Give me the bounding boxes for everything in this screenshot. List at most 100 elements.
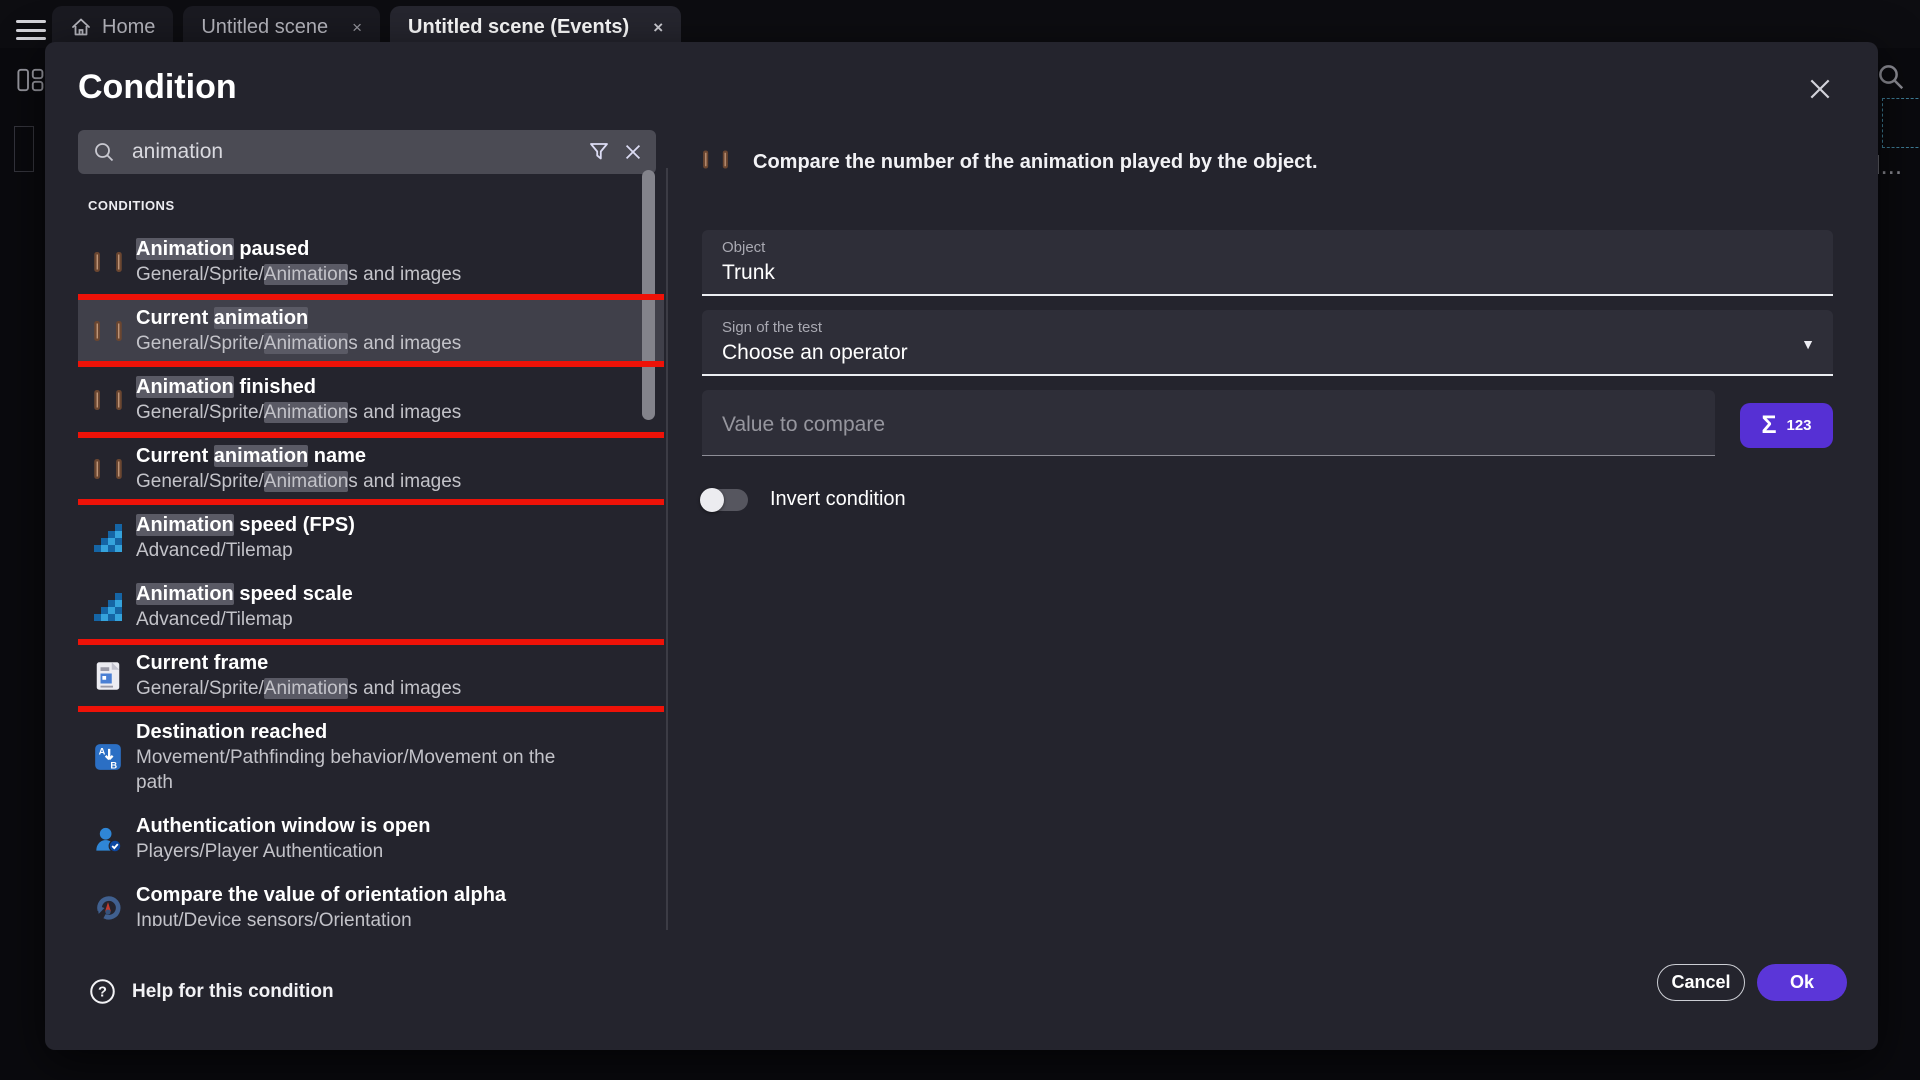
panels-layout-icon: [16, 68, 46, 92]
condition-list-item[interactable]: Current animation General/Sprite/Animati…: [78, 296, 664, 365]
condition-item-title: Current animation: [136, 307, 308, 329]
condition-item-path: Advanced/Tilemap: [136, 607, 353, 632]
background-toolbar-fragment: [14, 126, 34, 172]
background-search-icon: [1876, 62, 1906, 92]
condition-dialog: Condition CONDITIONS: [45, 42, 1878, 1050]
condition-list-item[interactable]: Animation paused General/Sprite/Animatio…: [78, 227, 664, 296]
condition-item-icon: [90, 882, 126, 926]
sigma-icon: Σ: [1761, 411, 1776, 440]
condition-item-title: Current animation name: [136, 445, 366, 467]
operator-field-label: Sign of the test: [722, 319, 1833, 336]
condition-item-title: Animation speed (FPS): [136, 514, 355, 536]
condition-list-item[interactable]: A B Destination reached Movement/Pathfin…: [78, 710, 664, 804]
list-section-header: CONDITIONS: [88, 198, 664, 213]
condition-item-path: Movement/Pathfinding behavior/Movement o…: [136, 745, 576, 795]
condition-item-title: Compare the value of orientation alpha: [136, 884, 506, 906]
condition-description: Compare the number of the animation play…: [753, 151, 1318, 174]
tilemap-icon: [94, 524, 122, 552]
tilemap-icon: [94, 593, 122, 621]
search-icon: [92, 140, 116, 164]
condition-item-icon: A B: [90, 719, 126, 795]
condition-type-icon: [702, 148, 729, 176]
help-icon: ?: [89, 978, 116, 1005]
orientation-sensor-icon: [94, 894, 122, 922]
condition-list-item[interactable]: Authentication window is open Players/Pl…: [78, 804, 664, 873]
operator-select[interactable]: Sign of the test Choose an operator ▼: [702, 310, 1833, 376]
tab-label: Untitled scene (Events): [408, 16, 629, 39]
condition-list-item[interactable]: Animation speed scale Advanced/Tilemap: [78, 572, 664, 641]
sprite-animation-icon: [93, 456, 123, 482]
player-authentication-icon: [94, 825, 122, 853]
sprite-animation-icon: [93, 387, 123, 413]
dialog-title: Condition: [78, 68, 237, 107]
invert-condition-label: Invert condition: [770, 488, 906, 511]
expression-builder-button[interactable]: Σ 123: [1740, 403, 1833, 448]
condition-item-icon: [90, 305, 126, 356]
condition-item-icon: [90, 813, 126, 864]
value-field-placeholder: Value to compare: [722, 413, 1715, 437]
condition-item-icon: [90, 650, 126, 701]
tab-label: Untitled scene: [201, 16, 328, 39]
chevron-down-icon: ▼: [1801, 336, 1815, 352]
toggle-knob: [700, 488, 724, 512]
help-link[interactable]: ? Help for this condition: [89, 978, 334, 1005]
tab-label: Home: [102, 16, 155, 39]
condition-search-bar: [78, 130, 656, 174]
condition-item-icon: [90, 236, 126, 287]
search-input[interactable]: [132, 140, 582, 164]
condition-item-path: Advanced/Tilemap: [136, 538, 355, 563]
list-scrollbar-thumb[interactable]: [642, 170, 655, 420]
operator-field-value: Choose an operator: [722, 341, 1833, 365]
cancel-button[interactable]: Cancel: [1657, 964, 1745, 1001]
condition-item-title: Animation finished: [136, 376, 316, 398]
conditions-list-viewport: CONDITIONS Animation paused General/Spri…: [78, 188, 664, 926]
condition-item-title: Destination reached: [136, 721, 327, 743]
object-field[interactable]: Object Trunk: [702, 230, 1833, 296]
condition-item-icon: [90, 581, 126, 632]
current-frame-icon: [95, 661, 121, 691]
condition-item-path: Players/Player Authentication: [136, 839, 430, 864]
condition-item-title: Current frame: [136, 652, 268, 674]
condition-item-path: General/Sprite/Animations and images: [136, 469, 461, 494]
background-selection-fragment: [1882, 98, 1920, 148]
condition-list-item[interactable]: Animation speed (FPS) Advanced/Tilemap: [78, 503, 664, 572]
condition-item-title: Authentication window is open: [136, 815, 430, 837]
ok-button[interactable]: Ok: [1757, 964, 1847, 1001]
svg-text:A: A: [99, 747, 106, 757]
condition-item-path: General/Sprite/Animations and images: [136, 262, 461, 287]
svg-text:?: ?: [98, 985, 107, 1001]
condition-list-item[interactable]: Current frame General/Sprite/Animations …: [78, 641, 664, 710]
object-field-value: Trunk: [722, 261, 1833, 285]
tab-close-icon[interactable]: ×: [653, 19, 663, 36]
sprite-animation-icon: [702, 148, 729, 171]
list-divider: [666, 168, 668, 930]
condition-item-icon: [90, 512, 126, 563]
home-icon: [70, 16, 92, 38]
main-menu-icon[interactable]: [16, 20, 46, 40]
condition-list-item[interactable]: Animation finished General/Sprite/Animat…: [78, 365, 664, 434]
object-field-label: Object: [722, 239, 1833, 256]
sprite-animation-icon: [93, 318, 123, 344]
condition-item-path: General/Sprite/Animations and images: [136, 331, 461, 356]
clear-search-icon[interactable]: [616, 135, 650, 169]
svg-text:B: B: [110, 761, 117, 771]
help-label: Help for this condition: [132, 981, 334, 1003]
conditions-list: Animation paused General/Sprite/Animatio…: [78, 227, 664, 926]
condition-item-path: General/Sprite/Animations and images: [136, 676, 461, 701]
condition-item-title: Animation paused: [136, 238, 309, 260]
condition-list-item[interactable]: Current animation name General/Sprite/An…: [78, 434, 664, 503]
tab-close-icon[interactable]: ×: [352, 19, 362, 36]
filter-icon[interactable]: [582, 135, 616, 169]
invert-condition-toggle[interactable]: [702, 489, 748, 511]
condition-item-icon: [90, 374, 126, 425]
pathfinding-icon: A B: [94, 743, 122, 771]
condition-item-path: Input/Device sensors/Orientation: [136, 908, 506, 926]
dialog-close-icon[interactable]: [1805, 74, 1835, 104]
value-to-compare-field[interactable]: Value to compare: [702, 390, 1715, 456]
condition-item-path: General/Sprite/Animations and images: [136, 400, 461, 425]
expression-builder-label: 123: [1786, 417, 1811, 434]
condition-item-icon: [90, 443, 126, 494]
sprite-animation-icon: [93, 249, 123, 275]
condition-list-item[interactable]: Compare the value of orientation alpha I…: [78, 873, 664, 926]
condition-item-title: Animation speed scale: [136, 583, 353, 605]
